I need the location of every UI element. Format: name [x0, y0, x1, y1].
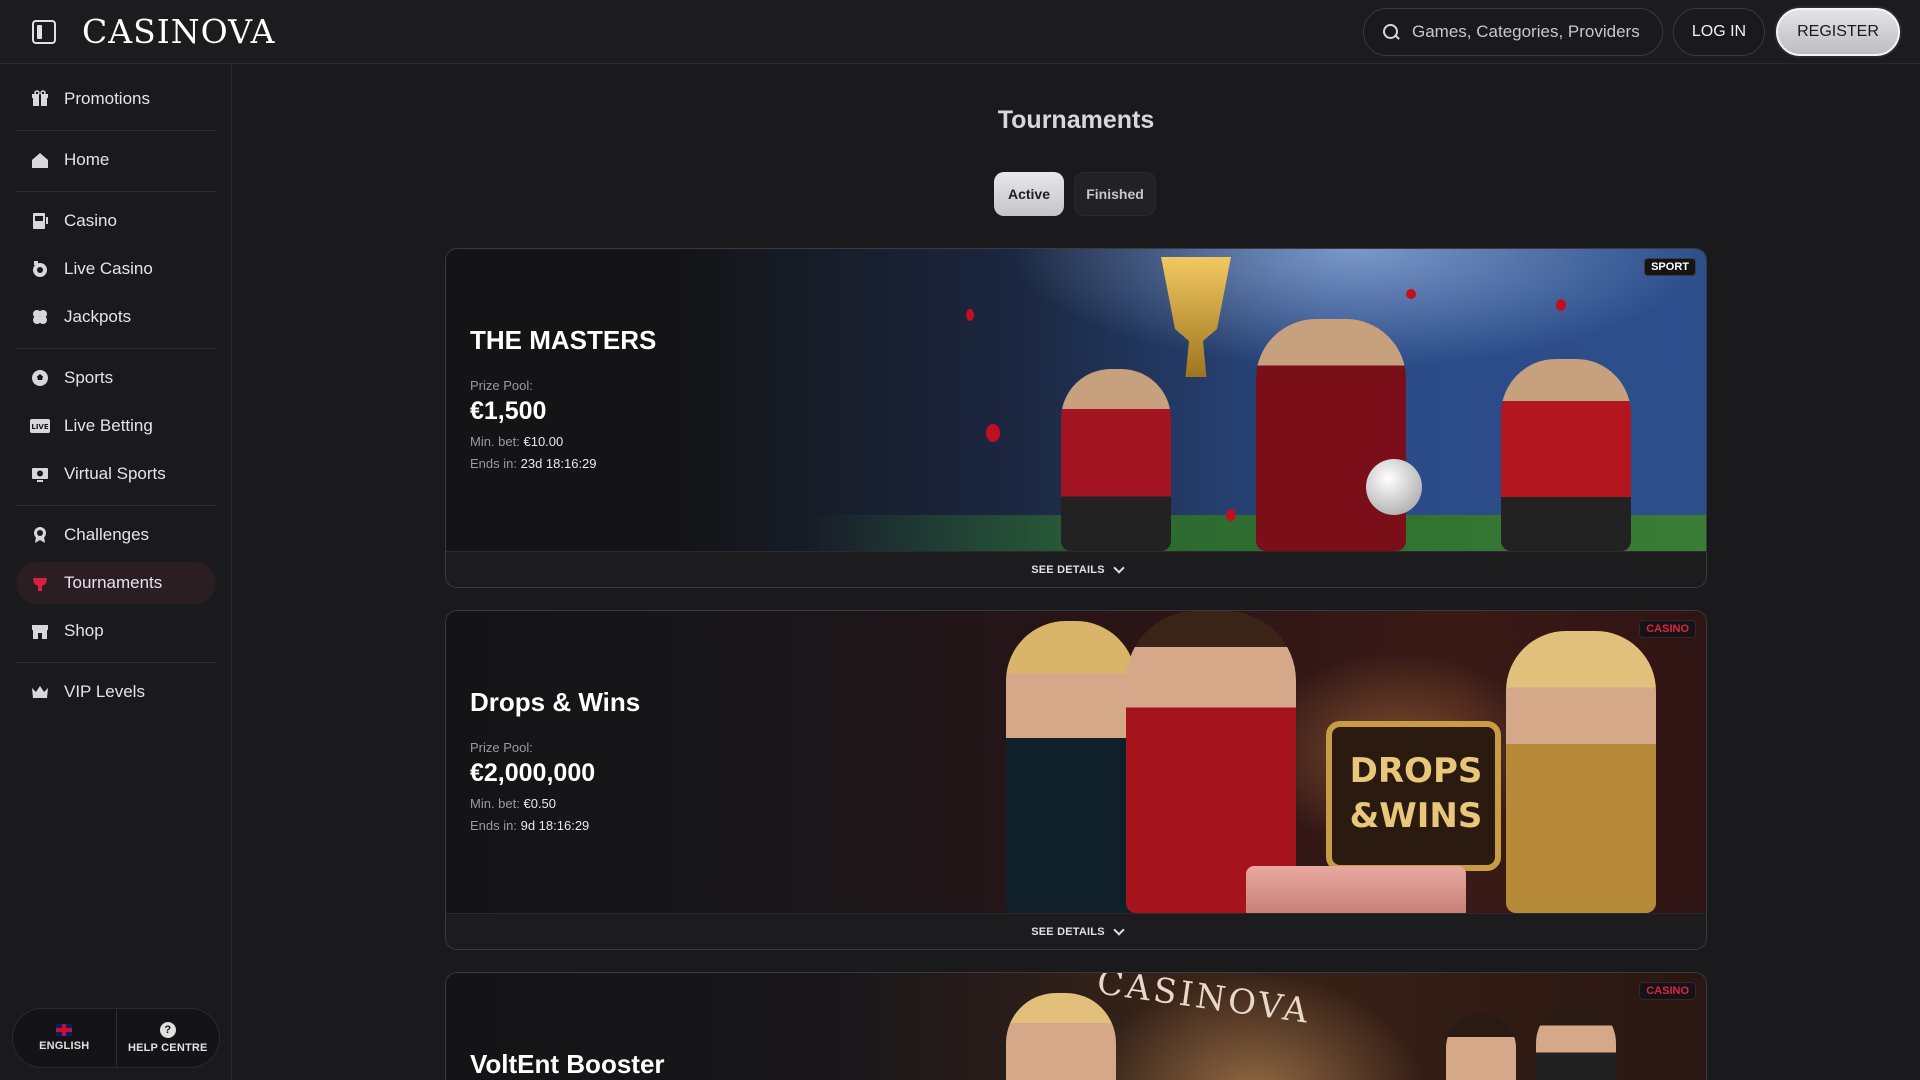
search-bar[interactable]	[1363, 8, 1663, 56]
crown-icon	[30, 682, 50, 702]
tournament-info: THE MASTERS Prize Pool: €1,500 Min. bet:…	[470, 325, 890, 478]
category-badge: CASINO	[1639, 982, 1696, 1000]
tab-finished[interactable]: Finished	[1074, 172, 1156, 216]
top-header: CASINOVA LOG IN REGISTER	[0, 0, 1920, 64]
prize-pool-label: Prize Pool:	[470, 378, 533, 393]
help-centre-button[interactable]: ? HELP CENTRE	[117, 1009, 220, 1067]
tab-active[interactable]: Active	[994, 172, 1064, 216]
sidebar-item-label: Casino	[64, 211, 117, 230]
sidebar-item-label: Live Betting	[64, 416, 153, 435]
tournament-icon	[30, 573, 50, 593]
login-button[interactable]: LOG IN	[1673, 8, 1765, 56]
min-bet-row: Min. bet: €0.50	[470, 796, 890, 811]
home-icon	[30, 150, 50, 170]
prize-pool-value: €1,500	[470, 397, 547, 425]
tournament-tabs: Active Finished	[994, 172, 1156, 216]
tournament-card[interactable]: SPORT THE MASTERS Prize Pool: €1,500 Min…	[445, 248, 1707, 588]
help-icon: ?	[159, 1022, 176, 1038]
register-button[interactable]: REGISTER	[1776, 8, 1900, 56]
sidebar-divider	[16, 505, 216, 506]
see-details-label: SEE DETAILS	[1031, 925, 1105, 938]
sidebar-divider	[16, 191, 216, 192]
sidebar-divider	[16, 348, 216, 349]
sidebar-item-promotions[interactable]: Promotions	[16, 78, 216, 120]
live-badge-icon: LIVE	[30, 416, 50, 436]
uk-flag-icon	[56, 1024, 73, 1036]
see-details-label: SEE DETAILS	[1031, 563, 1105, 576]
live-casino-icon	[30, 259, 50, 279]
sidebar: Promotions Home Casino Live Casino Jackp…	[0, 64, 232, 1080]
soccer-ball-icon	[30, 368, 50, 388]
award-icon	[30, 525, 50, 545]
sidebar-item-label: Challenges	[64, 525, 150, 544]
sidebar-footer: ENGLISH ? HELP CENTRE	[12, 1008, 220, 1068]
virtual-sports-icon	[30, 464, 50, 484]
ends-in-row: Ends in: 9d 18:16:29	[470, 818, 890, 833]
language-selector[interactable]: ENGLISH	[13, 1009, 117, 1067]
min-bet-row: Min. bet: €10.00	[470, 434, 890, 449]
sidebar-item-label: Home	[64, 150, 110, 169]
page-title: Tournaments	[997, 106, 1155, 134]
sidebar-item-label: Jackpots	[64, 307, 132, 326]
sidebar-item-vip-levels[interactable]: VIP Levels	[16, 671, 216, 713]
category-badge: CASINO	[1639, 620, 1696, 638]
tournament-title: Drops & Wins	[470, 687, 641, 717]
prize-pool-value: €2,000,000	[470, 759, 596, 787]
min-bet-label: Min. bet:	[470, 434, 520, 449]
sidebar-item-shop[interactable]: Shop	[16, 610, 216, 652]
svg-text:LIVE: LIVE	[31, 423, 48, 431]
sidebar-item-home[interactable]: Home	[16, 139, 216, 181]
gift-icon	[30, 89, 50, 109]
sidebar-item-label: Live Casino	[64, 259, 153, 278]
casinova-logo[interactable]: CASINOVA	[82, 14, 276, 50]
prize-pool-label: Prize Pool:	[470, 740, 533, 755]
tournament-title: THE MASTERS	[470, 325, 657, 355]
see-details-button[interactable]: SEE DETAILS	[446, 913, 1706, 949]
min-bet-label: Min. bet:	[470, 796, 520, 811]
ends-in-label: Ends in:	[470, 456, 517, 471]
see-details-button[interactable]: SEE DETAILS	[446, 551, 1706, 587]
tournament-card[interactable]: DROPS &WINS CASINO Drops & Wins Prize Po…	[445, 610, 1707, 950]
tournament-card[interactable]: CASINOVA CASINO VoltEnt Booster	[445, 972, 1707, 1080]
sidebar-item-jackpots[interactable]: Jackpots	[16, 296, 216, 338]
help-label: HELP CENTRE	[127, 1042, 208, 1054]
ends-in-row: Ends in: 23d 18:16:29	[470, 456, 890, 471]
sidebar-item-label: Promotions	[64, 89, 150, 108]
tournament-info: VoltEnt Booster	[470, 1049, 890, 1080]
ends-in-value: 23d 18:16:29	[520, 456, 597, 471]
sidebar-item-challenges[interactable]: Challenges	[16, 514, 216, 556]
language-label: ENGLISH	[39, 1040, 90, 1052]
clover-icon	[30, 307, 50, 327]
tournament-info: Drops & Wins Prize Pool: €2,000,000 Min.…	[470, 687, 890, 840]
sidebar-item-sports[interactable]: Sports	[16, 357, 216, 399]
sidebar-item-label: Shop	[64, 621, 104, 640]
search-icon	[1382, 23, 1400, 41]
category-badge: SPORT	[1644, 258, 1696, 276]
sidebar-item-label: Virtual Sports	[64, 464, 166, 483]
sidebar-item-label: Tournaments	[64, 573, 163, 592]
sidebar-item-casino[interactable]: Casino	[16, 200, 216, 242]
min-bet-value: €0.50	[523, 796, 557, 811]
ends-in-label: Ends in:	[470, 818, 517, 833]
sidebar-item-live-casino[interactable]: Live Casino	[16, 248, 216, 290]
tournament-title: VoltEnt Booster	[470, 1049, 665, 1079]
chevron-down-icon	[1113, 561, 1125, 574]
ends-in-value: 9d 18:16:29	[520, 818, 590, 833]
sidebar-divider	[16, 662, 216, 663]
sidebar-item-virtual-sports[interactable]: Virtual Sports	[16, 453, 216, 495]
chevron-down-icon	[1113, 923, 1125, 936]
sidebar-item-label: VIP Levels	[64, 682, 145, 701]
sidebar-item-live-betting[interactable]: LIVE Live Betting	[16, 405, 216, 447]
sidebar-item-tournaments[interactable]: Tournaments	[16, 562, 216, 604]
slot-machine-icon	[30, 211, 50, 231]
sidebar-toggle-icon[interactable]	[32, 20, 56, 44]
shop-icon	[30, 621, 50, 641]
sidebar-item-label: Sports	[64, 368, 114, 387]
search-input[interactable]	[1412, 22, 1652, 42]
min-bet-value: €10.00	[523, 434, 564, 449]
sidebar-divider	[16, 130, 216, 131]
